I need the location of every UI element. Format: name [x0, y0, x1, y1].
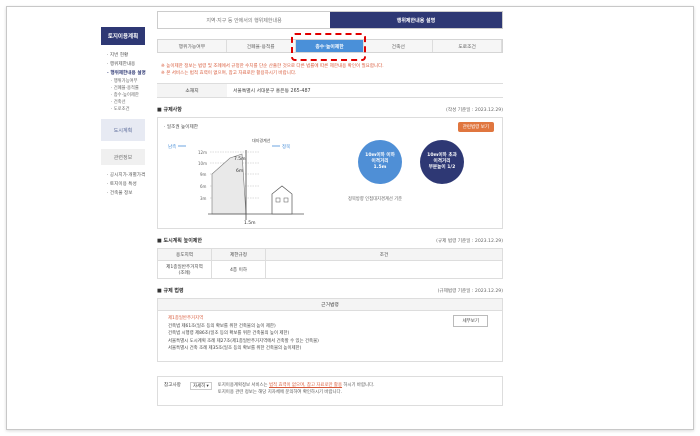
- top-tabs: 지역·지구 등 안에서의 행위제한내용 행위제한내용 설명: [157, 11, 503, 29]
- sidebar-link-land-use[interactable]: · 토지이용 특성: [107, 180, 143, 189]
- basis-line[interactable]: 서울특별시 도시계획 조례 제27조(제1종일반주거지역에서 건축할 수 있는 …: [168, 338, 492, 346]
- detail-select[interactable]: 자세히 ▾: [190, 382, 212, 390]
- circle-over-10m: 10m이하 초과 이격거리 부분높이 1/2: [420, 140, 464, 184]
- urban-header: ■ 도시계획 높이제한 (규제 법령 기준일 : 2023.12.29): [157, 237, 503, 244]
- notice: ※ 높이제한 정보는 법령 및 조례에서 규정한 수치를 단순 산출한 것으로 …: [157, 63, 503, 77]
- diagram-building: [211, 153, 247, 215]
- reference-text-1b: 하시기 바랍니다.: [343, 383, 375, 388]
- sidebar-sub-height[interactable]: · 층수·높이제한: [107, 92, 143, 99]
- reference-text: 토지이용계획정보 서비스는 법적 효력이 없으며, 참고 자료로만 활용 하시기…: [218, 382, 375, 400]
- reference-box: 참고사항 자세히 ▾ 토지이용계획정보 서비스는 법적 효력이 없으며, 참고 …: [157, 376, 503, 406]
- tab-restriction-description[interactable]: 행위제한내용 설명: [330, 12, 502, 28]
- sidebar-item-lot-status[interactable]: · 지번 현황: [107, 51, 143, 60]
- address-label: 소재지: [157, 84, 227, 97]
- height-label: 10m: [198, 161, 207, 166]
- circle-under-10m: 10m이하 이하 이격거리 1.5m: [358, 140, 402, 184]
- height-label: 3m: [200, 196, 207, 201]
- sunlight-diagram: 남측 정북 대지경계선 12m 10m 9m 6m 3m 7.5m 6m 1.5…: [168, 137, 304, 226]
- related-law-button[interactable]: 관련법령 보기: [457, 122, 494, 132]
- diagram-south-label: 남측: [168, 143, 176, 150]
- browser-frame: 토지이용계획 · 지번 현황 · 행위제한내용 · 행위제한내용 설명 · 행위…: [6, 6, 694, 430]
- sidebar-sub-road[interactable]: · 도로조건: [107, 106, 143, 113]
- subtab-road[interactable]: 도로조건: [433, 40, 502, 52]
- tab-zone-restrictions[interactable]: 지역·지구 등 안에서의 행위제한내용: [158, 12, 330, 28]
- diagram-north-label: 정북: [282, 143, 290, 150]
- reference-label: 참고사항: [164, 383, 181, 388]
- sidebar-sub-permission[interactable]: · 행위가능여부: [107, 78, 143, 85]
- sidebar-link-building[interactable]: · 건축물 정보: [107, 189, 143, 198]
- urban-date: (규제 법령 기준일 : 2023.12.29): [436, 238, 503, 244]
- sidebar-related-info: 관련정보: [101, 149, 145, 165]
- diagram-height-labels: 12m 10m 9m 6m 3m: [198, 150, 207, 201]
- subtab-permission[interactable]: 행위가능여부: [158, 40, 227, 52]
- sidebar-title: 토지이용계획: [101, 27, 145, 45]
- regulation-date: (작성 기준일 : 2023.12.29): [446, 107, 503, 113]
- height-label: 6m: [200, 184, 207, 189]
- urban-table: 용도지역 제한규정 조건 제1종일반주거지역 (조례) 4층 이하: [157, 248, 503, 279]
- reference-text-2: 토지이용 관련 정보는 해당 지자체에 문의하여 확인하시기 바랍니다.: [217, 390, 342, 395]
- col-condition: 조건: [265, 248, 503, 261]
- cell-zone-note: (조례): [178, 270, 191, 276]
- basis-title: ■ 규제 법령: [157, 288, 184, 294]
- basis-line[interactable]: 건축법 시행령 제86조(일조 등의 확보를 위한 건축물의 높이 제한): [168, 330, 492, 338]
- basis-box: 근거법령 제1종일반주거지역 건축법 제61조(일조 등의 확보를 위한 건축물…: [157, 298, 503, 362]
- height-label: 12m: [198, 150, 207, 155]
- address-value: 서울특별시 서대문구 홍은동 265-487: [233, 89, 311, 94]
- basis-line[interactable]: 서울특별시 건축 조례 제35조(일조 등의 확보를 위한 건축물의 높이제한): [168, 345, 492, 353]
- sidebar-links: · 공시지가·개별가격 · 토지이용 특성 · 건축물 정보: [101, 165, 145, 198]
- regulation-header: ■ 규제사항 (작성 기준일 : 2023.12.29): [157, 106, 503, 113]
- table-header-row: 용도지역 제한규정 조건: [157, 248, 503, 261]
- basis-head: 근거법령: [158, 299, 502, 311]
- regulation-box: · 일조권 높이제한 관련법령 보기 남측 정북 대지경계선 12m 10m 9…: [157, 117, 503, 229]
- address-row: 소재지 서울특별시 서대문구 홍은동 265-487: [157, 83, 503, 98]
- regulation-note: 정북방향 인접대지경계선 기준: [348, 197, 403, 202]
- regulation-title: ■ 규제사항: [157, 107, 182, 113]
- col-zone: 용도지역: [157, 248, 212, 261]
- reference-link[interactable]: 법적 효력이 없으며, 참고 자료로만 활용: [269, 383, 342, 388]
- urban-title: ■ 도시계획 높이제한: [157, 238, 203, 244]
- cell-condition: [265, 260, 503, 279]
- regulation-subtitle: · 일조권 높이제한: [164, 125, 198, 130]
- notice-line-1: ※ 높이제한 정보는 법령 및 조례에서 규정한 수치를 단순 산출한 것으로 …: [161, 64, 384, 69]
- diagram-setback: 1.5m: [244, 220, 256, 226]
- subtab-building-line[interactable]: 건축선: [364, 40, 434, 52]
- basis-line[interactable]: 제1종일반주거지역: [168, 315, 492, 323]
- subtab-coverage[interactable]: 건폐율·용적률: [227, 40, 296, 52]
- diagram-neighbor-house: [271, 185, 293, 215]
- diagram-boundary-label: 대지경계선: [252, 137, 271, 143]
- basis-header: ■ 규제 법령 (규제법령 기준일 : 2023.12.29): [157, 287, 503, 294]
- cell-rule: 4층 이하: [211, 260, 266, 279]
- basis-date: (규제법령 기준일 : 2023.12.29): [437, 288, 503, 294]
- sidebar-list: · 지번 현황 · 행위제한내용 · 행위제한내용 설명 · 행위가능여부 · …: [101, 45, 146, 113]
- sidebar-item-restrictions[interactable]: · 행위제한내용: [107, 60, 143, 69]
- circle1-line3: 1.5m: [373, 165, 387, 170]
- sidebar-sub-building-line[interactable]: · 건축선: [107, 99, 143, 106]
- subtab-height-limit[interactable]: 층수·높이제한: [295, 40, 365, 52]
- main-content: 지역·지구 등 안에서의 행위제한내용 행위제한내용 설명 행위가능여부 건폐율…: [157, 11, 503, 406]
- cell-zone: 제1종일반주거지역 (조례): [157, 260, 212, 279]
- diagram-dim-1: 7.5m: [234, 156, 246, 162]
- sidebar-urban-plan[interactable]: 도시계획: [101, 119, 145, 141]
- sidebar: 토지이용계획 · 지번 현황 · 행위제한내용 · 행위제한내용 설명 · 행위…: [101, 27, 146, 277]
- notice-line-2: ※ 본 서비스는 법적 효력이 없으며, 참고 자료로만 활용하시기 바랍니다.: [161, 71, 297, 76]
- table-row: 제1종일반주거지역 (조례) 4층 이하: [157, 260, 503, 279]
- col-rule: 제한규정: [211, 248, 266, 261]
- reference-text-1: 토지이용계획정보 서비스는: [217, 383, 268, 388]
- sub-tabs: 행위가능여부 건폐율·용적률 층수·높이제한 건축선 도로조건: [157, 33, 503, 61]
- diagram-dim-2: 6m: [236, 168, 243, 174]
- height-label: 9m: [200, 172, 207, 177]
- sidebar-sub-coverage[interactable]: · 건폐율·용적률: [107, 85, 143, 92]
- basis-body: 제1종일반주거지역 건축법 제61조(일조 등의 확보를 위한 건축물의 높이 …: [158, 311, 502, 361]
- sidebar-item-restriction-desc[interactable]: · 행위제한내용 설명: [107, 69, 146, 78]
- sidebar-link-land-price[interactable]: · 공시지가·개별가격: [107, 171, 145, 180]
- basis-line[interactable]: 건축법 제61조(일조 등의 확보를 위한 건축물의 높이 제한): [168, 323, 492, 331]
- detail-button[interactable]: 세부보기: [453, 315, 488, 327]
- circle2-line3: 부분높이 1/2: [428, 165, 456, 170]
